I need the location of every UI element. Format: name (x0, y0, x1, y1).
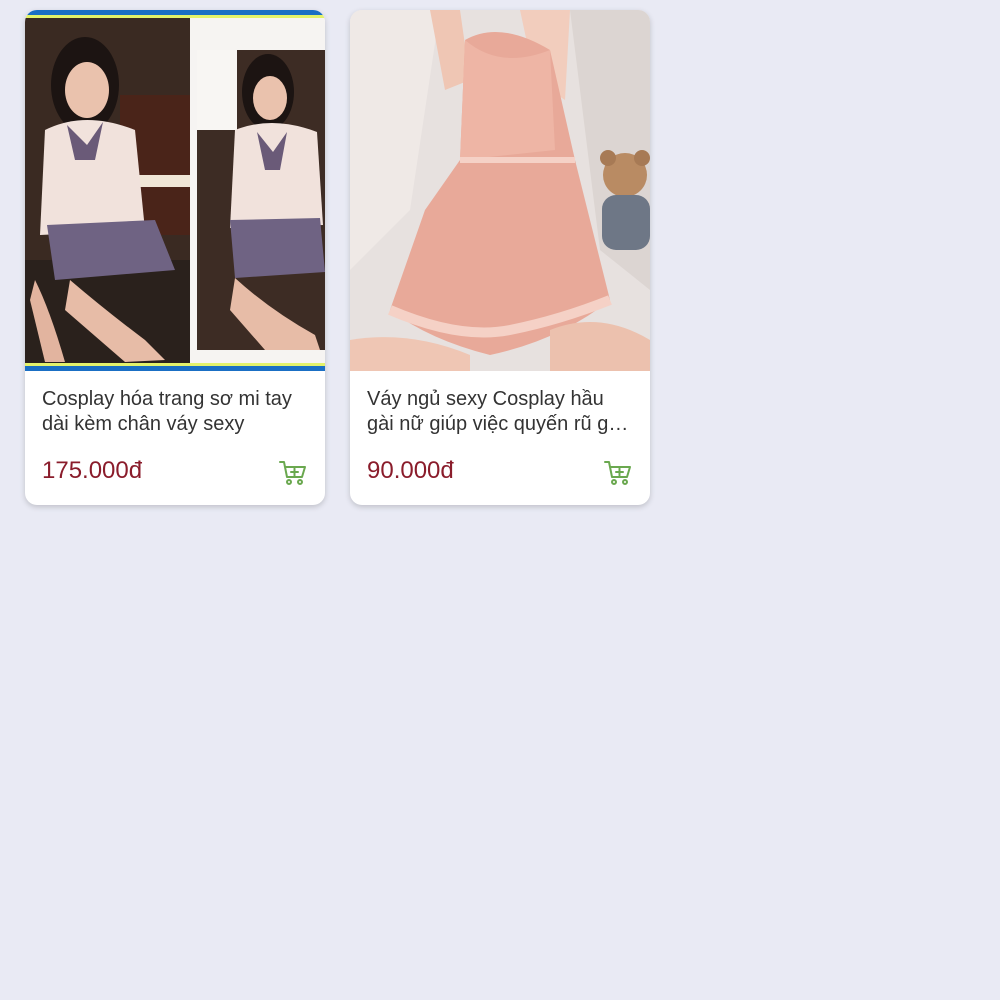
product-title[interactable]: Váy ngủ sexy Cosplay hầu gài nữ giúp việ… (367, 387, 636, 437)
product-price: 90.000đ (367, 457, 454, 484)
product-image[interactable] (350, 10, 650, 371)
product-card[interactable]: Cosplay hóa trang sơ mi tay dài kèm chân… (25, 10, 325, 505)
product-grid: Cosplay hóa trang sơ mi tay dài kèm chân… (25, 10, 650, 505)
product-image[interactable] (25, 10, 325, 371)
add-to-cart-icon[interactable] (278, 458, 308, 488)
product-title[interactable]: Cosplay hóa trang sơ mi tay dài kèm chân… (42, 387, 311, 437)
schoolgirl-photo-image (25, 10, 325, 371)
product-card[interactable]: Váy ngủ sexy Cosplay hầu gài nữ giúp việ… (350, 10, 650, 505)
add-to-cart-icon[interactable] (603, 458, 633, 488)
product-price: 175.000đ (42, 457, 143, 484)
nightdress-photo-image (350, 10, 650, 371)
